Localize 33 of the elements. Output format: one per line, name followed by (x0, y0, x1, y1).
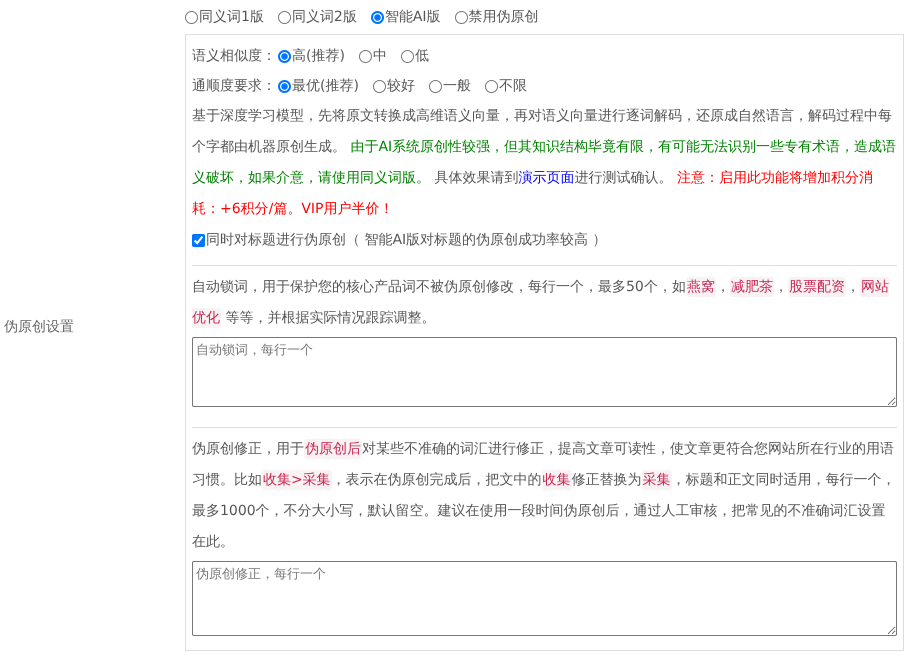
radio-option[interactable]: 禁用伪原创 (454, 8, 539, 26)
radio-button[interactable] (400, 50, 414, 62)
radio-option[interactable]: 同义词1版 (185, 8, 264, 26)
demo-page-link[interactable]: 演示页面 (518, 170, 574, 186)
radio-button[interactable] (370, 10, 384, 24)
radio-button[interactable] (185, 10, 198, 24)
radio-button[interactable] (358, 50, 372, 62)
radio-option[interactable]: 最优(推荐) (278, 77, 359, 95)
radio-option[interactable]: 一般 (428, 77, 471, 95)
radio-option[interactable]: 低 (400, 47, 429, 65)
lock-words-field[interactable]: 自动锁词，每行一个 (192, 337, 897, 407)
radio-button[interactable] (372, 80, 386, 92)
radio-button[interactable] (278, 80, 291, 92)
radio-option[interactable]: 高(推荐) (278, 47, 345, 65)
title-checkbox-option[interactable]: 同时对标题进行伪原创（ 智能AI版对标题的伪原创成功率较高 ） (192, 225, 897, 255)
radio-option[interactable]: 较好 (372, 77, 415, 95)
radio-button[interactable] (454, 10, 468, 24)
radio-option[interactable]: 中 (358, 47, 387, 65)
radio-button[interactable] (278, 10, 291, 24)
settings-label: 伪原创设置 (3, 318, 74, 336)
radio-option[interactable]: 智能AI版 (370, 8, 441, 26)
fluency-label: 通顺度要求： (192, 77, 276, 95)
lock-words-description: 自动锁词，用于保护您的核心产品词不被伪原创修改，每行一个，最多50个，如燕窝，减肥茶，股票配资，网站优化 等等，并根据实际情况跟踪调整。 (192, 276, 890, 330)
description-text: 基于深度学习模型，先将原文转换成高维语义向量，再对语义向量进行逐词解码，还原成自然语言，解码过程中每个字都由机器原创生成。 由于AI系统原创性较强，但其知识结构毕竟有限，有可能无法识别一些专有术语，造成语义破坏，如果介意，请使用同义词版。 具体效果请到演示页面进行测试确认。 注意：启用此功能将增加积分消耗：+6积分/篇。VIP用户半价！ (192, 107, 897, 219)
checkbox[interactable] (192, 234, 205, 246)
radio-button[interactable] (484, 80, 498, 92)
similarity-label: 语义相似度： (192, 47, 276, 65)
radio-option[interactable]: 同义词2版 (278, 8, 357, 26)
radio-button[interactable] (278, 50, 291, 62)
corrections-field[interactable]: 伪原创修正，每行一个 (192, 561, 897, 636)
radio-button[interactable] (428, 80, 442, 92)
radio-option[interactable]: 不限 (484, 77, 527, 95)
corrections-description: 伪原创修正，用于伪原创后对某些不准确的词汇进行修正，提高文章可读性，使文章更符合您网站所在行业的用语习惯。比如收集>采集，表示在伪原创完成后，把文中的收集修正替换为采集，标题和正文同时适用，每行一个，最多1000个，不分大小写，默认留空。建议在使用一段时间伪原创后，通过人工审核，把常见的不准确词汇设置在此。 (192, 438, 897, 552)
